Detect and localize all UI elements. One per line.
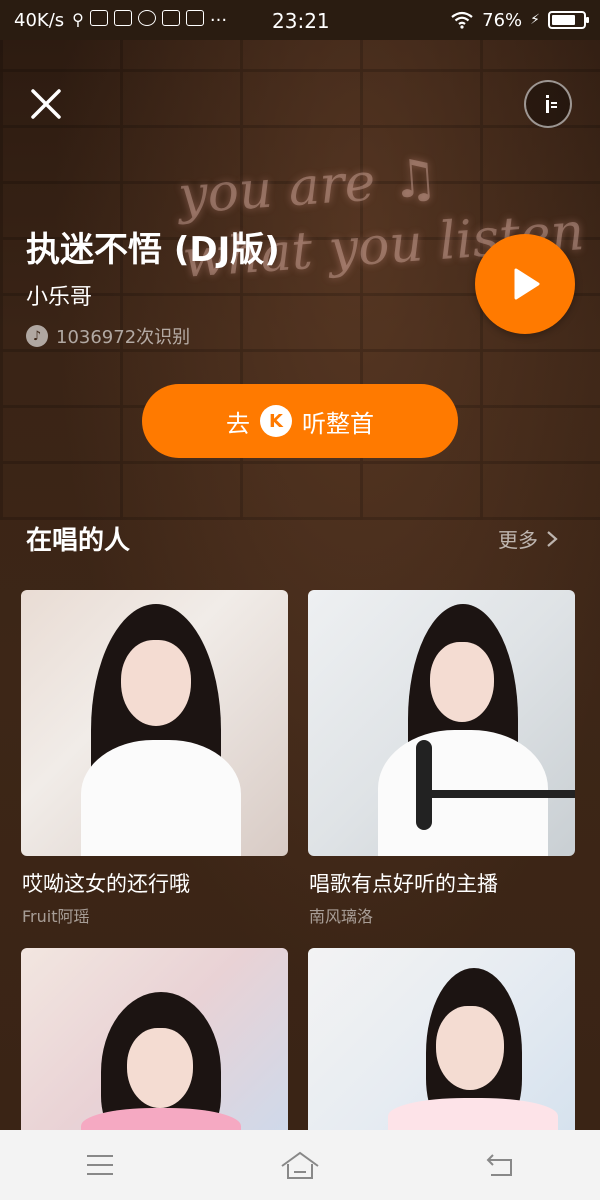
person-body (388, 1098, 558, 1130)
more-dots-icon: ··· (209, 9, 228, 31)
car-icon (185, 9, 204, 26)
card-username[interactable]: Fruit阿瑶 (22, 903, 89, 927)
artist-name[interactable]: 小乐哥 (26, 279, 92, 311)
music-note-icon: ♪ (26, 325, 48, 347)
close-icon (31, 89, 61, 119)
singer-card-thumbnail[interactable] (21, 948, 288, 1130)
clock: 23:21 (272, 9, 330, 33)
listen-prefix: 去 (226, 409, 250, 438)
network-speed: 40K/s (14, 9, 65, 31)
menu-button[interactable] (70, 1140, 130, 1190)
home-button[interactable] (270, 1140, 330, 1190)
song-title: 执迷不悟 (DJ版) (26, 230, 280, 270)
vivo-icon (89, 9, 108, 26)
recognition-count-text: 1036972次识别 (56, 327, 191, 348)
person-face (430, 642, 494, 722)
card-title[interactable]: 唱歌有点好听的主播 (309, 868, 498, 898)
singer-card-thumbnail[interactable] (308, 948, 575, 1130)
lyrics-info-icon (546, 95, 557, 113)
wifi-icon (451, 11, 473, 29)
charging-icon: ⚡ (530, 12, 540, 28)
contact-icon (113, 9, 132, 26)
microphone-stand (418, 790, 575, 798)
battery-icon (548, 11, 589, 29)
home-icon (281, 1151, 319, 1179)
battery-fill (552, 15, 575, 25)
battery-percent: 76% (482, 9, 523, 31)
chevron-right-icon (547, 530, 558, 547)
singer-card-thumbnail[interactable] (21, 590, 288, 856)
close-button[interactable] (26, 84, 66, 124)
singers-section-title: 在唱的人 (26, 526, 131, 556)
singer-card-thumbnail[interactable] (308, 590, 575, 856)
menu-icon (87, 1155, 113, 1175)
card-title[interactable]: 哎呦这女的还行哦 (22, 868, 190, 898)
person-face (121, 640, 191, 726)
person-face (127, 1028, 193, 1108)
person-body (81, 740, 241, 856)
recognition-count: ♪ 1036972次识别 (26, 323, 190, 349)
song-info-button[interactable] (524, 80, 572, 128)
more-button[interactable]: 更多 (498, 524, 558, 553)
play-icon (514, 268, 540, 300)
card-username[interactable]: 南风璃洛 (309, 903, 373, 927)
play-button[interactable] (475, 234, 575, 334)
kuaishou-music-logo-icon: K (260, 405, 292, 437)
back-button[interactable] (470, 1140, 530, 1190)
back-icon (486, 1154, 512, 1176)
status-bar: 40K/s ⚲ ··· 23:21 76% ⚡ (0, 0, 600, 40)
listen-full-song-button[interactable]: 去 K 听整首 (142, 384, 458, 458)
usb-icon: ⚲ (72, 9, 84, 29)
sphere-icon (137, 9, 156, 26)
system-navigation-bar (0, 1130, 600, 1200)
person-face (436, 1006, 504, 1090)
more-label: 更多 (498, 528, 538, 552)
listen-suffix: 听整首 (302, 409, 374, 438)
logo-letter: K (269, 410, 283, 432)
microphone (416, 740, 432, 830)
notification-icons: ⚲ ··· (72, 9, 228, 31)
car-icon (161, 9, 180, 26)
